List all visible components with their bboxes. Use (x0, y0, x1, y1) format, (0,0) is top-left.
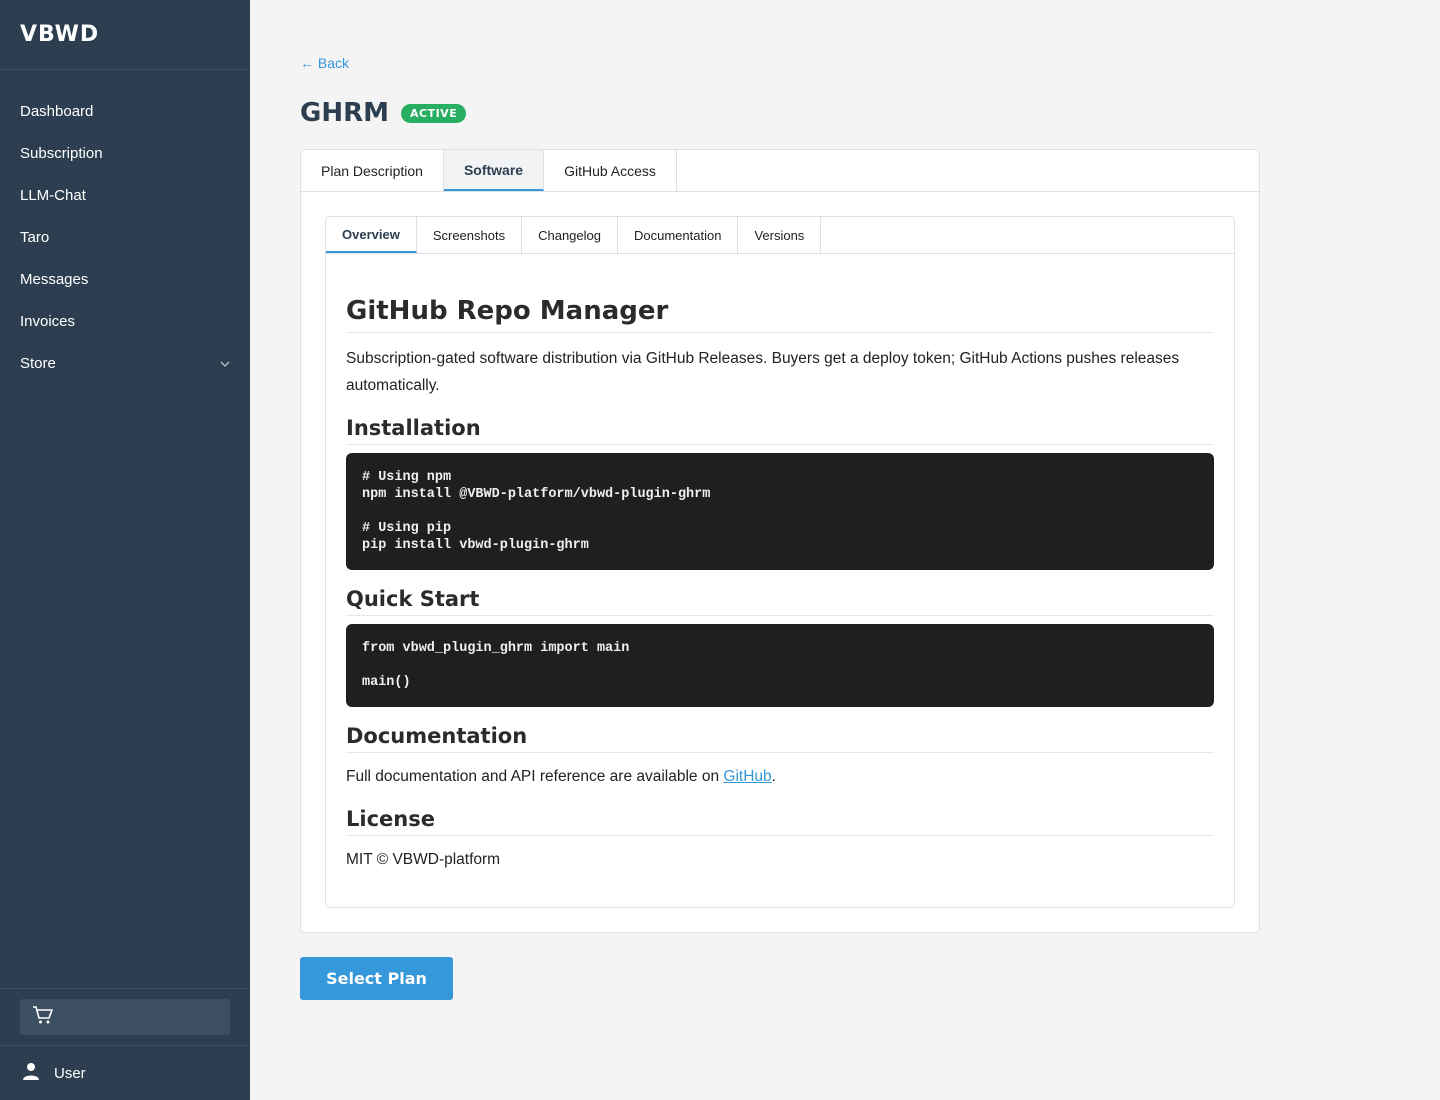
overview-content: GitHub Repo Manager Subscription-gated s… (326, 296, 1234, 873)
sidebar-item-label: Store (20, 354, 56, 372)
documentation-text: Full documentation and API reference are… (346, 763, 1214, 790)
sidebar-item-label: Taro (20, 228, 50, 246)
page-title: GHRM (300, 98, 389, 128)
documentation-heading: Documentation (346, 724, 1214, 753)
tab-github-access[interactable]: GitHub Access (544, 150, 677, 191)
content-title: GitHub Repo Manager (346, 296, 1214, 333)
documentation-text-after: . (771, 768, 776, 785)
sidebar-item-store[interactable]: Store (0, 342, 250, 384)
quickstart-heading: Quick Start (346, 587, 1214, 616)
title-row: GHRM ACTIVE (300, 98, 467, 128)
sidebar-nav: Dashboard Subscription LLM-Chat Taro Mes… (0, 70, 250, 384)
license-text: MIT © VBWD-platform (346, 851, 501, 868)
sidebar-item-subscription[interactable]: Subscription (0, 132, 250, 174)
sidebar: VBWD Dashboard Subscription LLM-Chat Tar… (0, 0, 250, 1100)
installation-code-block: # Using npm npm install @VBWD-platform/v… (346, 453, 1214, 570)
sidebar-item-dashboard[interactable]: Dashboard (0, 90, 250, 132)
installation-heading: Installation (346, 416, 1214, 445)
plan-tabs: Plan Description Software GitHub Access (301, 150, 1259, 192)
sidebar-item-taro[interactable]: Taro (0, 216, 250, 258)
sidebar-item-label: Subscription (20, 144, 103, 162)
cart-button[interactable] (20, 999, 230, 1035)
tab-documentation[interactable]: Documentation (618, 217, 739, 253)
tab-changelog[interactable]: Changelog (522, 217, 618, 253)
back-link[interactable]: ← Back (300, 55, 349, 71)
documentation-text-before: Full documentation and API reference are… (346, 768, 724, 785)
tab-versions[interactable]: Versions (738, 217, 822, 253)
user-menu[interactable]: User (0, 1045, 250, 1100)
sidebar-item-messages[interactable]: Messages (0, 258, 250, 300)
plan-card: Plan Description Software GitHub Access … (300, 149, 1260, 933)
tab-plan-description[interactable]: Plan Description (301, 150, 444, 191)
user-label: User (54, 1064, 86, 1082)
sidebar-item-label: Invoices (20, 312, 76, 330)
content-description: Subscription-gated software distribution… (346, 350, 1180, 394)
tab-screenshots[interactable]: Screenshots (417, 217, 523, 253)
user-icon (22, 1062, 40, 1084)
sidebar-item-label: LLM-Chat (20, 186, 86, 204)
status-badge: ACTIVE (401, 103, 467, 123)
license-heading: License (346, 807, 1214, 836)
cart-container (0, 988, 250, 1045)
select-plan-button[interactable]: Select Plan (300, 957, 453, 1000)
sidebar-item-invoices[interactable]: Invoices (0, 300, 250, 342)
software-tabs: Overview Screenshots Changelog Documenta… (326, 217, 1234, 254)
tab-software[interactable]: Software (443, 150, 545, 191)
cart-icon (32, 1005, 54, 1030)
software-card: Overview Screenshots Changelog Documenta… (325, 216, 1235, 908)
github-link[interactable]: GitHub (723, 768, 771, 785)
sidebar-item-label: Messages (20, 270, 89, 288)
sidebar-item-label: Dashboard (20, 102, 94, 120)
sidebar-item-llm-chat[interactable]: LLM-Chat (0, 174, 250, 216)
main-content: ← Back GHRM ACTIVE Plan Description Soft… (250, 0, 1440, 1100)
tab-overview[interactable]: Overview (326, 217, 417, 253)
chevron-down-icon (220, 356, 230, 370)
quickstart-code-block: from vbwd_plugin_ghrm import main main() (346, 624, 1214, 707)
sidebar-footer: User (0, 988, 250, 1100)
brand-logo[interactable]: VBWD (0, 0, 250, 70)
